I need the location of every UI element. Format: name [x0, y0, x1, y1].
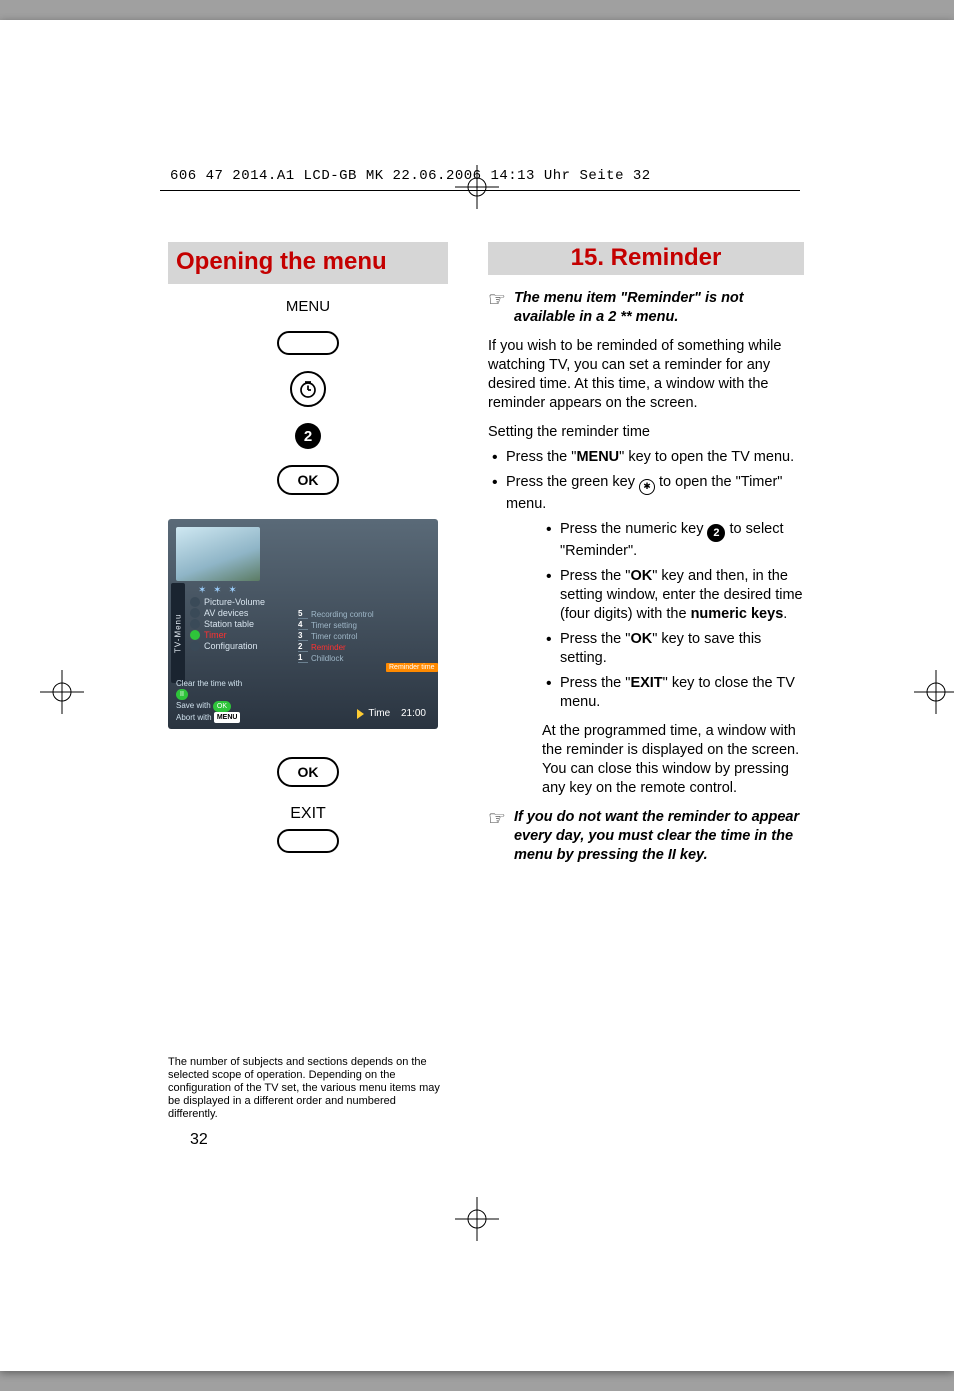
bullet-item: Press the "OK" key to save this setting.	[546, 630, 804, 668]
osd-sub-item: 2Reminder	[298, 642, 374, 652]
osd-note-text: Abort with	[176, 713, 212, 722]
osd-main-menu: Picture-Volume AV devices Station table …	[190, 597, 265, 651]
osd-preview-image	[176, 527, 260, 581]
right-column: 15. Reminder ☞ The menu item "Reminder" …	[488, 242, 804, 1111]
osd-sub-label: Reminder	[311, 643, 346, 652]
registration-mark-icon	[455, 1197, 499, 1241]
osd-menu-item: AV devices	[190, 608, 265, 618]
osd-sub-menu: 5Recording control 4Timer setting 3Timer…	[298, 609, 374, 663]
left-column: Opening the menu MENU 2 OK ✶ ✶ ✶ TV-Menu…	[168, 242, 448, 1111]
osd-sub-label: Recording control	[311, 610, 374, 619]
bullet-list: Press the "MENU" key to open the TV menu…	[488, 448, 804, 514]
osd-dot-icon	[190, 619, 200, 629]
osd-menu-item: Station table	[190, 619, 265, 629]
osd-menu-item: Configuration	[190, 641, 265, 651]
osd-sub-num: 2	[298, 642, 308, 652]
note-text: The menu item "Reminder" is not availabl…	[514, 289, 804, 327]
remote-stack-2: OK EXIT	[168, 757, 448, 853]
numeric-2-key-icon: 2	[295, 423, 321, 449]
remote-stack: MENU 2 OK	[168, 298, 448, 495]
bullet-item: Press the "MENU" key to open the TV menu…	[492, 448, 804, 467]
osd-ii-pill: II	[176, 689, 188, 700]
menu-key-label: MENU	[286, 298, 330, 315]
timer-key-icon	[290, 371, 326, 407]
pointing-hand-icon: ☞	[488, 291, 506, 329]
registration-mark-icon	[40, 670, 84, 714]
osd-menu-item: Timer	[190, 630, 265, 640]
ok-key-icon: OK	[277, 757, 339, 787]
osd-time-label: Time	[368, 708, 390, 719]
osd-menu-item: Picture-Volume	[190, 597, 265, 607]
osd-dot-icon	[190, 641, 200, 651]
page: 606 47 2014.A1 LCD-GB MK 22.06.2006 14:1…	[0, 20, 954, 1371]
menu-key-icon	[277, 331, 339, 355]
osd-sub-item: 3Timer control	[298, 631, 374, 641]
osd-field-chip: Reminder time	[386, 663, 438, 672]
osd-sub-item: 1Childlock	[298, 653, 374, 663]
osd-menu-label: Station table	[204, 619, 254, 629]
section-title-left: Opening the menu	[168, 242, 448, 284]
osd-sub-label: Timer setting	[311, 621, 357, 630]
osd-sub-num: 4	[298, 620, 308, 630]
osd-time: Time 21:00	[357, 708, 426, 719]
osd-dot-icon	[190, 608, 200, 618]
section-title-right: 15. Reminder	[488, 242, 804, 275]
osd-menu-label: AV devices	[204, 608, 248, 618]
bullet-item: Press the "EXIT" key to close the TV men…	[546, 674, 804, 712]
osd-sub-item: 4Timer setting	[298, 620, 374, 630]
exit-key-icon	[277, 829, 339, 853]
osd-footer-notes: Clear the time with II Save with OK Abor…	[176, 678, 242, 723]
print-slug: 606 47 2014.A1 LCD-GB MK 22.06.2006 14:1…	[170, 168, 651, 184]
osd-menu-label: Picture-Volume	[204, 597, 265, 607]
bullet-item: Press the green key ✱ to open the "Timer…	[492, 473, 804, 514]
timer-inline-icon: ✱	[639, 479, 655, 495]
osd-note-text: Save with	[176, 701, 211, 710]
bullet-list-nested: Press the numeric key 2 to select "Remin…	[542, 520, 804, 713]
osd-menu-label: Configuration	[204, 641, 258, 651]
registration-mark-icon	[455, 165, 499, 209]
osd-ok-pill: OK	[213, 701, 231, 712]
paragraph: At the programmed time, a window with th…	[542, 722, 804, 798]
osd-leftbar-label: TV-Menu	[171, 583, 185, 683]
pointing-hand-icon: ☞	[488, 810, 506, 867]
osd-dot-icon	[190, 597, 200, 607]
bullet-item: Press the "OK" key and then, in the sett…	[546, 567, 804, 624]
osd-stars-icon: ✶ ✶ ✶	[198, 585, 239, 596]
osd-dot-icon	[190, 630, 200, 640]
play-triangle-icon	[357, 709, 364, 719]
osd-sub-num: 1	[298, 653, 308, 663]
subheading: Setting the reminder time	[488, 423, 804, 442]
osd-menu-label: Timer	[204, 630, 227, 640]
osd-sub-label: Childlock	[311, 654, 343, 663]
page-number: 32	[190, 1131, 208, 1149]
osd-sub-num: 3	[298, 631, 308, 641]
osd-note-text: Clear the time with	[176, 679, 242, 688]
footnote: The number of subjects and sections depe…	[168, 1056, 448, 1121]
osd-sub-item: 5Recording control	[298, 609, 374, 619]
osd-sub-num: 5	[298, 609, 308, 619]
exit-key-label: EXIT	[290, 805, 326, 823]
content: Opening the menu MENU 2 OK ✶ ✶ ✶ TV-Menu…	[168, 242, 804, 1111]
osd-time-value: 21:00	[401, 708, 426, 719]
ok-key-icon: OK	[277, 465, 339, 495]
osd-menu-pill: MENU	[214, 712, 241, 723]
numeric-2-inline-icon: 2	[707, 524, 725, 542]
osd-screenshot: ✶ ✶ ✶ TV-Menu Picture-Volume AV devices …	[168, 519, 438, 729]
registration-mark-icon	[914, 670, 954, 714]
osd-sub-label: Timer control	[311, 632, 357, 641]
bullet-item: Press the numeric key 2 to select "Remin…	[546, 520, 804, 562]
note-text: If you do not want the reminder to appea…	[514, 808, 804, 865]
paragraph: If you wish to be reminded of something …	[488, 337, 804, 413]
